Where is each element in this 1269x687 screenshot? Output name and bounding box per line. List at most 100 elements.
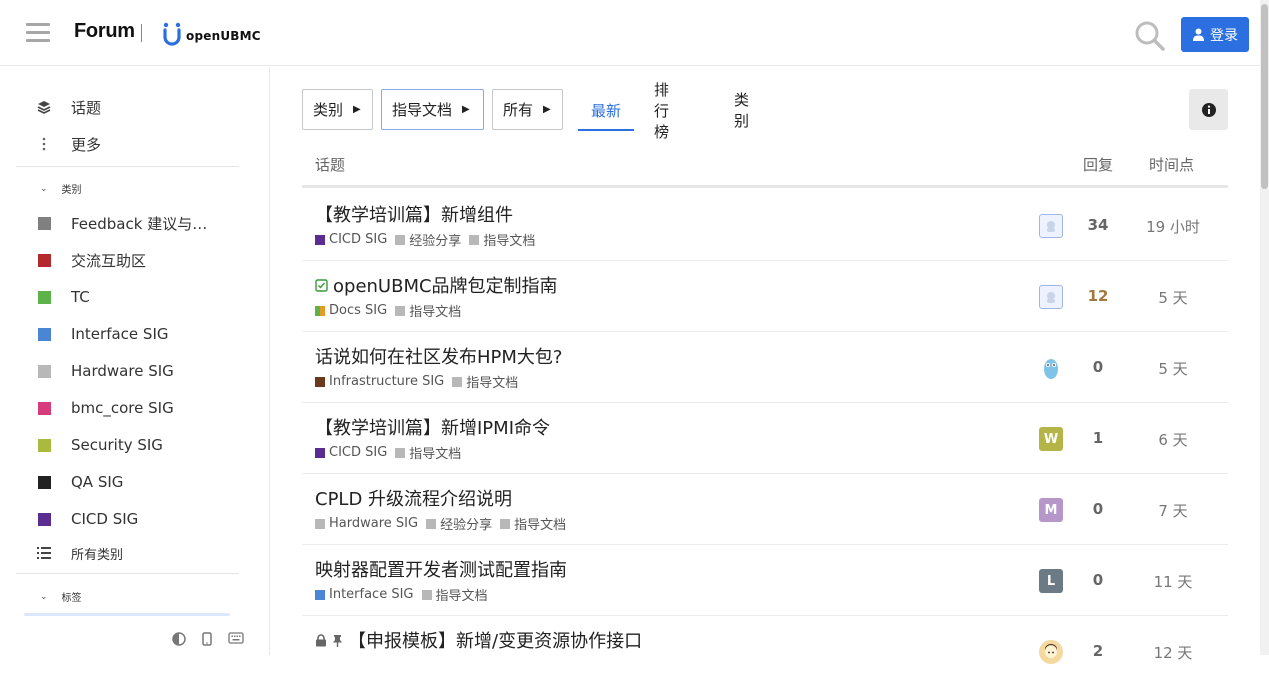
reply-count[interactable]: 0: [1078, 571, 1118, 589]
topic-row[interactable]: 【教学培训篇】新增组件 CICD SIG 经验分享 指导文档 34 19 小时: [302, 190, 1228, 261]
reply-count[interactable]: 12: [1078, 287, 1118, 305]
avatar[interactable]: [1039, 356, 1063, 380]
category-badge[interactable]: Infrastructure SIG: [315, 374, 444, 389]
sidebar-highlight-bar: [24, 613, 230, 616]
caret-right-icon: ▶: [353, 104, 361, 115]
activity-time[interactable]: 5 天: [1138, 287, 1208, 308]
activity-time[interactable]: 19 小时: [1138, 216, 1208, 237]
sidebar-category-hardware-sig[interactable]: Hardware SIG: [36, 358, 174, 384]
sidebar-category-exchange[interactable]: 交流互助区: [36, 247, 146, 273]
badge-label: Docs SIG: [329, 303, 388, 318]
topic-tags: CICD SIG 经验分享 指导文档: [315, 230, 543, 249]
tab-top[interactable]: 排行榜: [654, 81, 669, 141]
page-scrollbar[interactable]: [1260, 0, 1269, 655]
activity-time[interactable]: 12 天: [1138, 642, 1208, 663]
scrollbar-thumb[interactable]: [1261, 4, 1268, 189]
topic-row[interactable]: 映射器配置开发者测试配置指南 Interface SIG 指导文档 L 0 11…: [302, 545, 1228, 616]
info-button[interactable]: [1189, 89, 1228, 130]
filter-dropdown[interactable]: 所有 ▶: [492, 89, 563, 130]
sidebar-category-interface-sig[interactable]: Interface SIG: [36, 321, 169, 347]
search-icon[interactable]: [1134, 20, 1166, 52]
activity-time[interactable]: 7 天: [1138, 500, 1208, 521]
tag-badge[interactable]: 指导文档: [395, 443, 461, 462]
header-replies[interactable]: 回复: [1083, 154, 1113, 175]
tab-categories[interactable]: 类别: [734, 89, 749, 131]
category-dropdown[interactable]: 类别 ▶: [302, 89, 373, 130]
keyboard-icon[interactable]: [228, 632, 244, 644]
topic-row[interactable]: 话说如何在社区发布HPM大包? Infrastructure SIG 指导文档 …: [302, 332, 1228, 403]
reply-count[interactable]: 0: [1078, 358, 1118, 376]
sidebar-all-categories[interactable]: 所有类别: [36, 540, 123, 566]
topic-row[interactable]: 【教学培训篇】新增IPMI命令 CICD SIG 指导文档 W 1 6 天: [302, 403, 1228, 474]
login-button[interactable]: 登录: [1181, 17, 1249, 52]
avatar[interactable]: W: [1039, 427, 1063, 451]
category-badge[interactable]: Hardware SIG: [315, 516, 418, 531]
openubmc-logo-text: openUBMC: [186, 29, 261, 43]
avatar[interactable]: L: [1039, 569, 1063, 593]
sidebar-item-label: TC: [71, 288, 90, 306]
header-activity[interactable]: 时间点: [1149, 154, 1194, 175]
reply-count[interactable]: 0: [1078, 500, 1118, 518]
tags-section-toggle[interactable]: ⌄ 标签: [40, 589, 82, 605]
badge-label: CICD SIG: [329, 232, 388, 247]
header-topic[interactable]: 话题: [315, 154, 345, 175]
sidebar-category-tc[interactable]: TC: [36, 284, 90, 310]
mobile-view-icon[interactable]: [202, 632, 212, 646]
theme-toggle-icon[interactable]: [172, 632, 186, 646]
avatar[interactable]: [1039, 640, 1063, 664]
category-color-square: [37, 438, 51, 452]
forum-brand[interactable]: Forum: [74, 20, 135, 43]
reply-count[interactable]: 1: [1078, 429, 1118, 447]
tag-badge[interactable]: 指导文档: [469, 230, 535, 249]
tag-badge[interactable]: 经验分享: [426, 514, 492, 533]
dropdown-label: 指导文档: [392, 101, 453, 119]
sidebar-category-feedback[interactable]: Feedback 建议与…: [36, 210, 207, 236]
badge-label: 指导文档: [409, 305, 462, 320]
sidebar-category-cicd-sig[interactable]: CICD SIG: [36, 506, 138, 532]
topic-title-link[interactable]: 【申报模板】新增/变更资源协作接口: [315, 627, 642, 653]
topic-title-link[interactable]: 【教学培训篇】新增IPMI命令: [315, 414, 550, 440]
avatar[interactable]: [1039, 285, 1063, 309]
topic-row[interactable]: CPLD 升级流程介绍说明 Hardware SIG 经验分享 指导文档 M 0…: [302, 474, 1228, 545]
topic-title-link[interactable]: 【教学培训篇】新增组件: [315, 201, 513, 227]
category-badge[interactable]: Docs SIG: [315, 303, 387, 318]
tag-badge[interactable]: 经验分享: [395, 230, 461, 249]
layers-icon: [36, 100, 52, 114]
category-badge[interactable]: Interface SIG: [315, 587, 414, 602]
sidebar-category-bmc-core-sig[interactable]: bmc_core SIG: [36, 395, 174, 421]
activity-time[interactable]: 5 天: [1138, 358, 1208, 379]
tab-latest[interactable]: 最新: [578, 89, 634, 131]
category-badge[interactable]: CICD SIG: [315, 445, 387, 460]
category-color-square: [37, 512, 51, 526]
category-color-square: [37, 253, 51, 267]
tag-badge[interactable]: 指导文档: [500, 514, 566, 533]
openubmc-logo-icon[interactable]: [162, 22, 182, 46]
hamburger-menu-icon[interactable]: [26, 23, 50, 43]
reply-count[interactable]: 2: [1078, 642, 1118, 660]
avatar[interactable]: M: [1039, 498, 1063, 522]
tag-badge[interactable]: 指导文档: [421, 585, 488, 604]
category-color-square: [37, 401, 51, 415]
avatar[interactable]: [1039, 214, 1063, 238]
avatar-image: [1047, 221, 1055, 232]
topic-row[interactable]: openUBMC品牌包定制指南 Docs SIG 指导文档 12 5 天: [302, 261, 1228, 332]
topic-tags: CICD SIG 指导文档: [315, 443, 469, 462]
categories-section-toggle[interactable]: ⌄ 类别: [40, 181, 82, 197]
activity-time[interactable]: 6 天: [1138, 429, 1208, 450]
sidebar-category-security-sig[interactable]: Security SIG: [36, 432, 163, 458]
tag-dropdown[interactable]: 指导文档 ▶: [381, 89, 484, 130]
sidebar-item-topics[interactable]: 话题: [36, 94, 101, 120]
sidebar-item-more[interactable]: 更多: [36, 131, 101, 157]
topic-title: 映射器配置开发者测试配置指南: [315, 560, 567, 581]
sidebar-category-qa-sig[interactable]: QA SIG: [36, 469, 123, 495]
topic-title-link[interactable]: 映射器配置开发者测试配置指南: [315, 556, 567, 582]
activity-time[interactable]: 11 天: [1138, 571, 1208, 592]
category-badge[interactable]: CICD SIG: [315, 232, 387, 247]
topic-title-link[interactable]: openUBMC品牌包定制指南: [315, 272, 558, 298]
topic-row[interactable]: 【申报模板】新增/变更资源协作接口 2 12 天: [302, 616, 1228, 687]
topic-title-link[interactable]: 话说如何在社区发布HPM大包?: [315, 343, 562, 369]
topic-title-link[interactable]: CPLD 升级流程介绍说明: [315, 485, 512, 511]
tag-badge[interactable]: 指导文档: [395, 301, 461, 320]
reply-count[interactable]: 34: [1078, 216, 1118, 234]
tag-badge[interactable]: 指导文档: [452, 372, 518, 391]
